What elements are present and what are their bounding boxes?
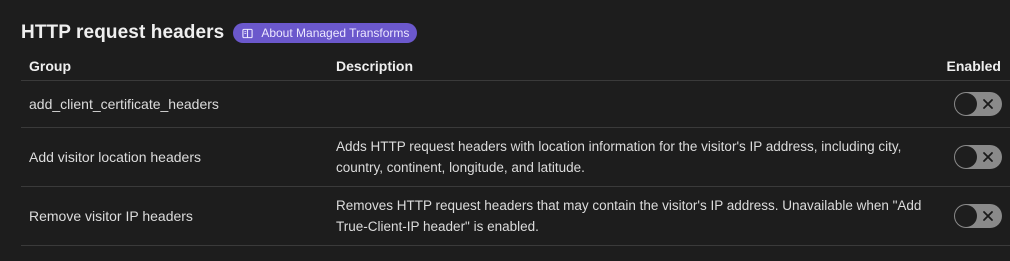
close-icon <box>981 150 995 164</box>
row-description-line: country, continent, longitude, and latit… <box>336 160 585 175</box>
row-description-line: Removes HTTP request headers that may co… <box>336 198 922 213</box>
column-header-group: Group <box>29 58 71 74</box>
enable-toggle[interactable] <box>954 145 1002 169</box>
close-icon <box>981 209 995 223</box>
table-header: Group Description Enabled <box>21 52 1010 81</box>
table-row: Add visitor location headers Adds HTTP r… <box>21 128 1010 187</box>
close-icon <box>981 97 995 111</box>
table-row: Remove visitor IP headers Removes HTTP r… <box>21 187 1010 246</box>
column-header-description: Description <box>336 58 414 74</box>
table-row: add_client_certificate_headers <box>21 81 1010 128</box>
about-managed-transforms-link[interactable]: About Managed Transforms <box>233 23 418 43</box>
column-header-enabled: Enabled <box>946 58 1001 74</box>
toggle-knob <box>955 205 977 227</box>
toggle-knob <box>955 93 977 115</box>
row-description: Removes HTTP request headers that may co… <box>336 195 936 237</box>
page-title: HTTP request headers <box>21 22 225 43</box>
enable-toggle[interactable] <box>954 92 1002 116</box>
enable-toggle[interactable] <box>954 204 1002 228</box>
book-icon <box>242 28 253 39</box>
toggle-knob <box>955 146 977 168</box>
headers-table: Group Description Enabled add_client_cer… <box>21 52 1010 246</box>
about-badge-label: About Managed Transforms <box>261 26 410 40</box>
row-description-line: Adds HTTP request headers with location … <box>336 139 902 154</box>
row-group-name: Remove visitor IP headers <box>29 208 193 224</box>
row-description: Adds HTTP request headers with location … <box>336 136 936 178</box>
row-group-name: add_client_certificate_headers <box>29 96 219 112</box>
row-description-line: True-Client-IP header" is enabled. <box>336 219 539 234</box>
section-header: HTTP request headers About Managed Trans… <box>21 20 418 46</box>
row-group-name: Add visitor location headers <box>29 149 201 165</box>
